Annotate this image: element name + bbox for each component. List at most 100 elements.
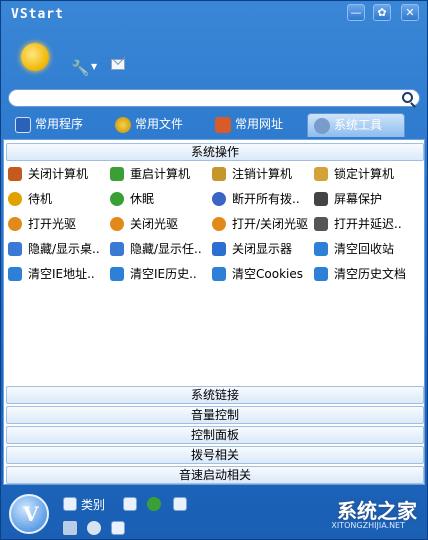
item-label: 隐藏/显示任.. xyxy=(130,242,202,256)
recycle-bin-icon xyxy=(314,242,328,256)
list-item[interactable]: 锁定计算机 xyxy=(312,164,394,184)
tab-label: 常用网址 xyxy=(235,117,284,131)
list-item[interactable]: 重启计算机 xyxy=(108,164,190,184)
category-label[interactable]: 类别 xyxy=(81,496,105,513)
section-header-system-links[interactable]: 系统链接 xyxy=(6,386,424,404)
item-label: 清空IE历史.. xyxy=(130,267,197,281)
category-tabs: 常用程序 常用文件 常用网址 系统工具 xyxy=(5,113,425,137)
standby-icon xyxy=(8,192,22,206)
wrench-icon[interactable] xyxy=(63,521,77,535)
tools-icon xyxy=(314,118,330,134)
search-input[interactable] xyxy=(19,91,399,105)
search-icon[interactable] xyxy=(402,92,413,103)
wrench-icon[interactable]: 🔧 xyxy=(71,59,90,77)
title-bar[interactable]: VStart — ✿ ✕ xyxy=(1,1,427,29)
clear-icon xyxy=(212,267,226,281)
list-item[interactable]: 休眠 xyxy=(108,189,154,209)
section-header-volume[interactable]: 音量控制 xyxy=(6,406,424,424)
list-item[interactable]: 关闭光驱 xyxy=(108,214,178,234)
tab-system-tools[interactable]: 系统工具 xyxy=(307,113,405,137)
tab-websites[interactable]: 常用网址 xyxy=(209,113,309,137)
item-label: 清空历史文档 xyxy=(334,267,407,281)
chevron-down-icon[interactable]: ▼ xyxy=(91,62,97,71)
section-header-quick-launch[interactable]: 音速启动相关 xyxy=(6,466,424,484)
list-item[interactable]: 清空Cookies xyxy=(210,264,303,284)
item-label: 打开/关闭光驱 xyxy=(232,217,309,231)
clear-icon xyxy=(110,267,124,281)
footer-bar: V 类别 系统之家 XITONGZHIJIA.NET xyxy=(1,489,427,539)
hibernate-icon xyxy=(110,192,124,206)
item-label: 清空IE地址.. xyxy=(28,267,95,281)
refresh-icon[interactable] xyxy=(147,497,161,511)
section-header-system-operations[interactable]: 系统操作 xyxy=(6,143,424,161)
cdrom-icon xyxy=(110,217,124,231)
disconnect-icon xyxy=(212,192,226,206)
close-button[interactable]: ✕ xyxy=(401,4,419,21)
list-item[interactable]: 注销计算机 xyxy=(210,164,292,184)
cdrom-icon xyxy=(8,217,22,231)
item-label: 清空回收站 xyxy=(334,242,395,256)
vstart-window: VStart — ✿ ✕ 🔧 ▼ 常用程序 常用文件 常用网址 系统工具 系统操… xyxy=(0,0,428,540)
settings-icon[interactable] xyxy=(87,521,101,535)
logoff-icon xyxy=(212,167,226,181)
monitor-icon xyxy=(15,117,31,133)
list-item[interactable]: 隐藏/显示桌.. xyxy=(6,239,100,259)
restart-icon xyxy=(110,167,124,181)
item-label: 屏幕保护 xyxy=(334,192,383,206)
cdrom-delay-icon xyxy=(314,217,328,231)
item-label: 休眠 xyxy=(130,192,155,206)
item-label: 关闭显示器 xyxy=(232,242,293,256)
item-label: 隐藏/显示桌.. xyxy=(28,242,100,256)
logo-letter: V xyxy=(23,502,39,526)
item-label: 重启计算机 xyxy=(130,167,191,181)
list-item[interactable]: 清空回收站 xyxy=(312,239,394,259)
item-label: 锁定计算机 xyxy=(334,167,395,181)
list-item[interactable]: 打开并延迟.. xyxy=(312,214,402,234)
clear-icon xyxy=(8,267,22,281)
item-label: 打开并延迟.. xyxy=(334,217,402,231)
add-icon[interactable] xyxy=(123,497,137,511)
section-header-control-panel[interactable]: 控制面板 xyxy=(6,426,424,444)
screensaver-icon xyxy=(314,192,328,206)
tab-programs[interactable]: 常用程序 xyxy=(9,113,109,137)
tab-files[interactable]: 常用文件 xyxy=(109,113,209,137)
list-item[interactable]: 打开光驱 xyxy=(6,214,76,234)
vstart-logo[interactable]: V xyxy=(9,494,49,534)
list-item[interactable]: 清空IE历史.. xyxy=(108,264,197,284)
list-item[interactable]: 打开/关闭光驱 xyxy=(210,214,308,234)
list-item[interactable]: 清空IE地址.. xyxy=(6,264,95,284)
list-item[interactable]: 待机 xyxy=(6,189,52,209)
taskbar-icon xyxy=(110,242,124,256)
list-item[interactable]: 隐藏/显示任.. xyxy=(108,239,202,259)
new-item-icon[interactable] xyxy=(173,497,187,511)
item-label: 关闭光驱 xyxy=(130,217,179,231)
search-box xyxy=(8,89,420,107)
item-label: 打开光驱 xyxy=(28,217,77,231)
clock-icon[interactable] xyxy=(111,521,125,535)
lock-icon xyxy=(314,167,328,181)
folder-icon xyxy=(115,117,131,133)
list-item[interactable]: 关闭显示器 xyxy=(210,239,292,259)
home-icon xyxy=(215,117,231,133)
list-item[interactable]: 清空历史文档 xyxy=(312,264,406,284)
skin-button[interactable]: ✿ xyxy=(373,4,391,21)
clear-icon xyxy=(314,267,328,281)
category-icon[interactable] xyxy=(63,497,77,511)
minimize-button[interactable]: — xyxy=(347,4,365,21)
watermark-url: XITONGZHIJIA.NET xyxy=(331,521,405,530)
item-label: 关闭计算机 xyxy=(28,167,89,181)
window-title: VStart xyxy=(11,7,64,22)
item-label: 待机 xyxy=(28,192,53,206)
item-label: 断开所有拨.. xyxy=(232,192,300,206)
mail-icon[interactable] xyxy=(111,59,125,70)
item-label: 清空Cookies xyxy=(232,267,303,281)
monitor-off-icon xyxy=(212,242,226,256)
list-item[interactable]: 关闭计算机 xyxy=(6,164,88,184)
tab-label: 常用程序 xyxy=(35,117,84,131)
section-header-dialup[interactable]: 拨号相关 xyxy=(6,446,424,464)
list-item[interactable]: 断开所有拨.. xyxy=(210,189,300,209)
list-item[interactable]: 屏幕保护 xyxy=(312,189,382,209)
tab-label: 常用文件 xyxy=(135,117,184,131)
power-icon xyxy=(8,167,22,181)
sun-icon[interactable] xyxy=(21,43,49,71)
